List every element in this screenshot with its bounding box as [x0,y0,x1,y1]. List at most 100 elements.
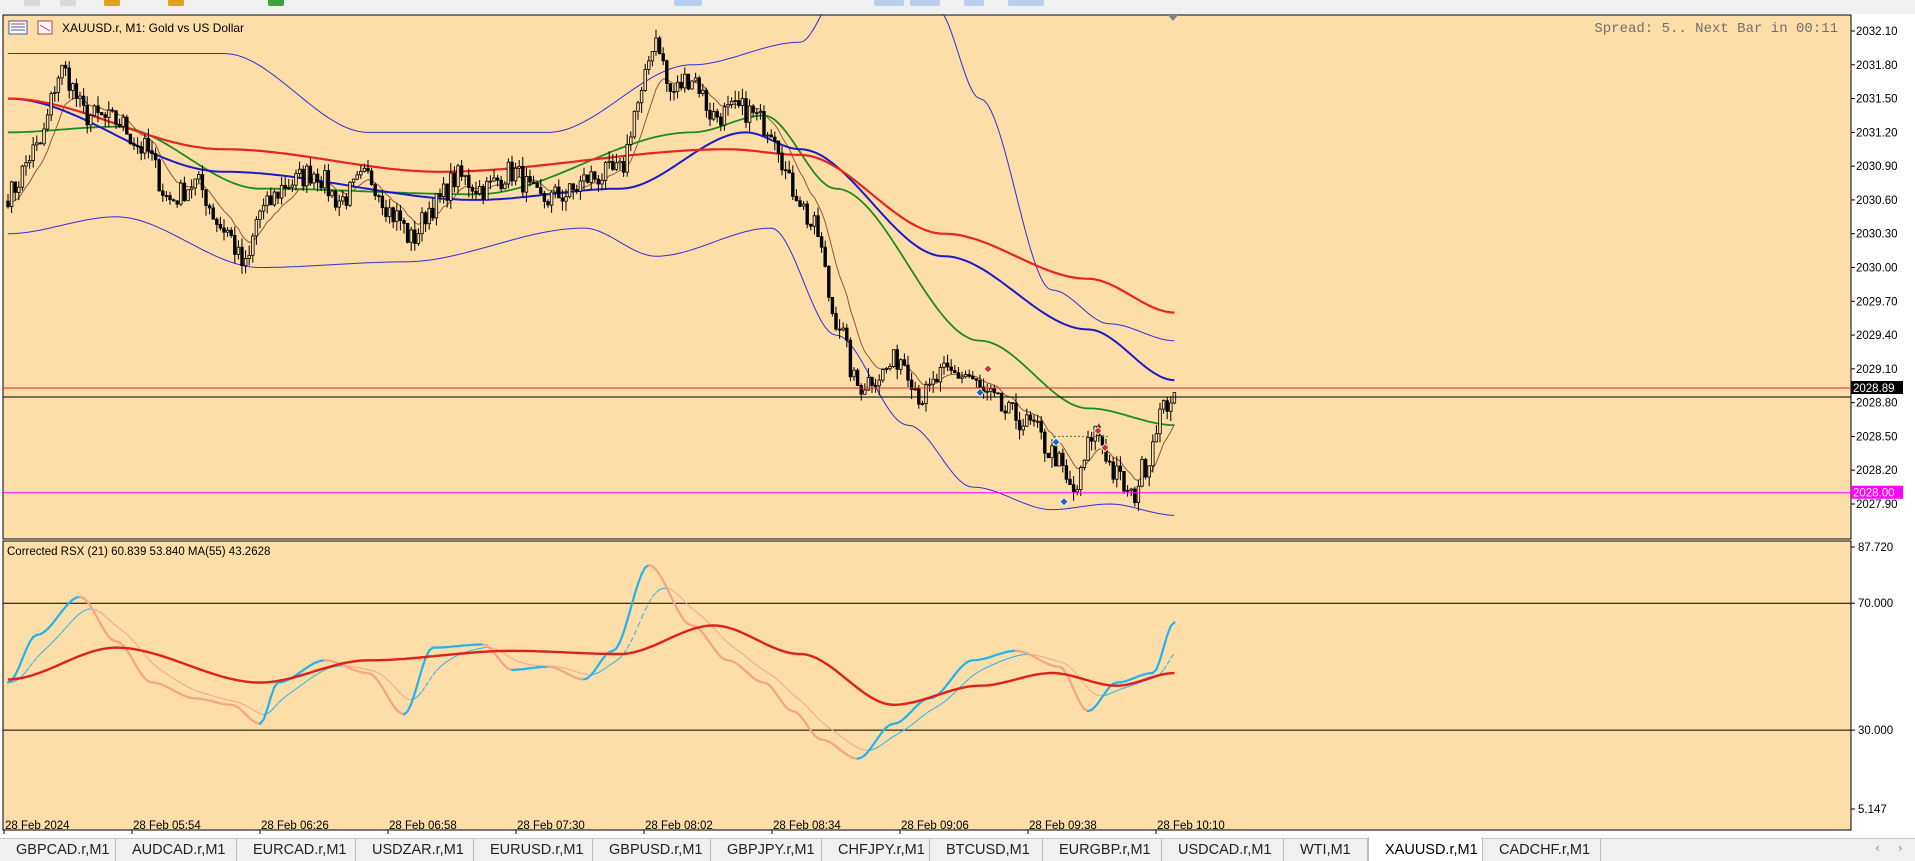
candle-bull [1079,467,1083,491]
candle-bull [625,143,629,173]
candle-bull [841,327,845,331]
candle-bull [1050,445,1054,459]
candle-bear [834,313,838,330]
candle-bear [762,111,766,136]
candle-bear [413,229,417,244]
candle-bear [751,105,755,114]
candle-bear [222,227,226,233]
chart-symbol-title: XAUUSD.r, M1: Gold vs US Dollar [62,21,244,35]
chart-window[interactable]: 2032.10 2031.80 2031.50 2031.20 2030.90 2030.… [0,14,1915,836]
candle-bear [74,83,79,99]
candle-bull [758,111,763,114]
tab-gbpjpy-r-m1[interactable]: GBPJPY.r,M1 [711,839,822,861]
candle-bear [1046,452,1051,459]
candle-bear [830,296,835,314]
candle-bull [463,174,467,177]
candle-bull [485,180,489,201]
tab-btcusd-m1[interactable]: BTCUSD,M1 [930,839,1043,861]
candle-bear [906,364,910,381]
toolbar-button[interactable] [104,0,120,6]
chart-canvas[interactable]: 2032.10 2031.80 2031.50 2031.20 2030.90 2030.… [0,14,1915,836]
candle-bear [398,210,403,222]
candle-bear [531,181,536,184]
tab-eurcad-r-m1[interactable]: EURCAD.r,M1 [237,839,356,861]
candle-bear [848,339,853,378]
candle-bull [654,37,658,52]
candle-bear [1061,452,1065,466]
toolbar-button[interactable] [874,0,904,6]
indicator-tick-label: 70.000 [1858,598,1893,610]
candle-bull [1007,402,1011,414]
candle-bear [495,177,500,181]
toolbar-button[interactable] [964,0,984,6]
candle-bull [1154,433,1159,443]
candle-bull [35,142,39,146]
candle-bull [931,378,935,385]
candle-bear [737,100,741,106]
tab-xauusd-r-m1[interactable]: XAUUSD.r,M1 [1368,837,1483,861]
tab-eurgbp-r-m1[interactable]: EURGBP.r,M1 [1043,839,1162,861]
candle-bear [1064,465,1069,480]
tab-eurusd-r-m1[interactable]: EURUSD.r,M1 [474,839,593,861]
candle-bear [672,91,676,93]
indicator-tick-label: 30.000 [1858,725,1893,737]
tab-cadchf-r-m1[interactable]: CADCHF.r,M1 [1483,839,1601,861]
candle-bear [499,179,503,190]
toolbar-button[interactable] [674,0,702,6]
candle-bear [773,136,777,142]
candle-bull [225,229,230,233]
toolbar-button[interactable] [268,0,284,6]
candle-bear [164,195,169,197]
tab-audcad-r-m1[interactable]: AUDCAD.r,M1 [116,839,237,861]
toolbar-button[interactable] [1008,0,1044,6]
candle-bull [9,181,14,207]
candle-bear [1143,458,1148,478]
tab-chfjpy-r-m1[interactable]: CHFJPY.r,M1 [822,839,930,861]
candle-bear [459,165,464,177]
candle-bull [56,77,61,93]
candle-bear [301,168,305,187]
candle-bull [362,167,367,172]
candle-bull [179,182,183,205]
price-pane-background[interactable] [3,15,1851,539]
tab-wti-m1[interactable]: WTI,M1 [1284,839,1368,861]
candle-bull [254,219,259,237]
rsx-signal-segment [87,608,91,610]
candle-bear [1014,402,1018,421]
candle-bull [1025,414,1029,427]
tab-usdcad-r-m1[interactable]: USDCAD.r,M1 [1162,839,1284,861]
candle-bull [441,183,446,198]
tab-gbpcad-r-m1[interactable]: GBPCAD.r,M1 [0,839,116,861]
candle-bear [560,197,565,202]
candle-bear [344,196,349,206]
candle-bear [366,167,370,172]
toolbar-button[interactable] [168,0,184,6]
toolbar-button[interactable] [24,0,40,6]
tab-gbpusd-r-m1[interactable]: GBPUSD.r,M1 [593,839,711,861]
tab-scroll-left-icon[interactable]: ‹ [1875,841,1880,855]
rsx-signal-segment [90,608,95,610]
candle-bull [639,90,644,104]
candle-bull [629,136,633,145]
candle-bull [636,102,640,112]
candle-bear [1100,435,1105,446]
candle-bear [967,374,971,377]
candle-bull [801,203,806,207]
candle-bull [45,114,50,130]
candle-bear [1039,420,1043,433]
toolbar-button[interactable] [60,0,76,6]
toolbar-button[interactable] [910,0,940,6]
candle-bear [546,201,550,206]
indicator-pane-background[interactable] [3,541,1851,830]
candle-bear [974,378,979,381]
candle-bull [852,369,856,378]
rsx-signal-segment [529,664,534,666]
candle-bear [823,246,827,267]
candle-bull [1158,408,1162,435]
tab-scroll-right-icon[interactable]: › [1898,841,1903,855]
price-tick-label: 2030.90 [1856,161,1898,173]
rsx-signal-segment [1102,694,1107,697]
candle-bull [1115,465,1119,480]
tab-usdzar-r-m1[interactable]: USDZAR.r,M1 [356,839,474,861]
candle-bear [755,112,759,115]
